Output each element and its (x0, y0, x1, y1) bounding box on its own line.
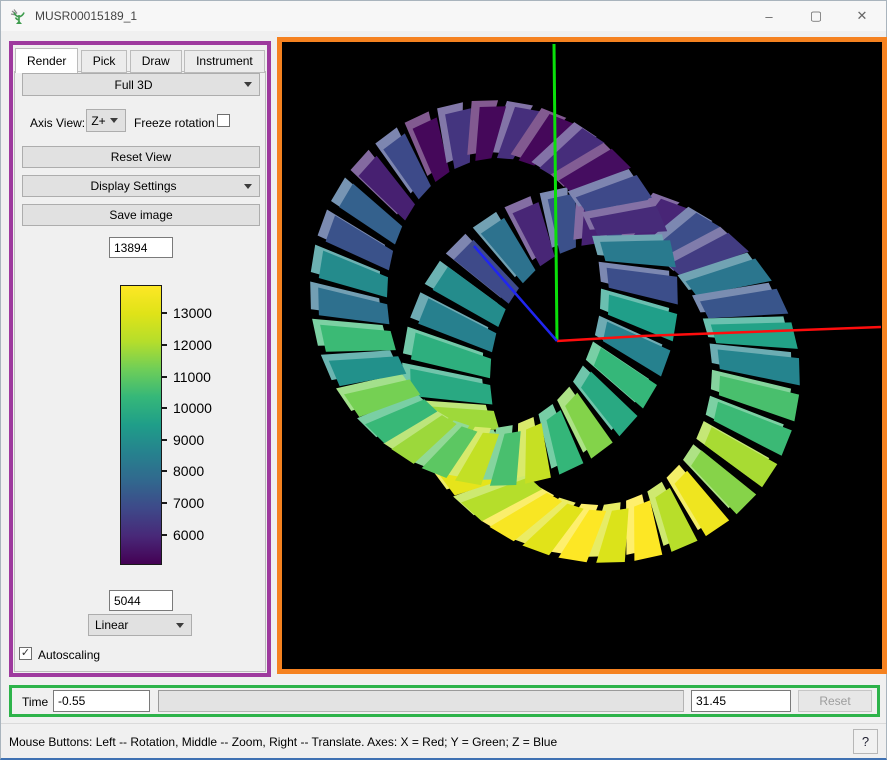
chevron-down-icon (176, 623, 184, 628)
freeze-rotation-label: Freeze rotation (134, 116, 215, 130)
help-button[interactable]: ? (853, 729, 878, 754)
reset-view-button[interactable]: Reset View (22, 146, 260, 168)
help-icon: ? (862, 734, 869, 749)
tab-bar: Render Pick Draw Instrument (15, 48, 264, 73)
time-label: Time (22, 695, 48, 709)
chevron-down-icon (244, 82, 252, 87)
freeze-rotation-checkbox[interactable] (217, 114, 230, 127)
maximize-icon: ▢ (810, 8, 822, 24)
render-controls-panel: Render Pick Draw Instrument Full 3D Axis… (9, 41, 271, 677)
scale-max-input[interactable] (109, 237, 173, 258)
status-bar: Mouse Buttons: Left -- Rotation, Middle … (1, 723, 886, 759)
time-start-input[interactable] (53, 690, 150, 712)
axis-view-select[interactable]: Z+ (86, 109, 126, 132)
time-reset-button[interactable]: Reset (798, 690, 872, 712)
status-text: Mouse Buttons: Left -- Rotation, Middle … (9, 735, 557, 749)
tab-render[interactable]: Render (15, 48, 78, 73)
chevron-down-icon (244, 184, 252, 189)
tab-pick[interactable]: Pick (81, 50, 128, 73)
tab-draw[interactable]: Draw (130, 50, 182, 73)
minimize-button[interactable]: – (746, 1, 792, 31)
y-axis-line (554, 44, 557, 341)
save-image-button[interactable]: Save image (22, 204, 260, 226)
maximize-button[interactable]: ▢ (793, 1, 839, 31)
autoscaling-label: Autoscaling (38, 648, 100, 662)
time-end-input[interactable] (691, 690, 791, 712)
autoscaling-checkbox[interactable]: ✓ (19, 647, 32, 660)
instrument-view-window: MUSR00015189_1 – ▢ ✕ Render Pick Draw In… (0, 0, 887, 760)
close-button[interactable]: ✕ (839, 1, 885, 31)
tab-instrument[interactable]: Instrument (184, 50, 265, 73)
title-bar: MUSR00015189_1 – ▢ ✕ (1, 1, 886, 31)
minimize-icon: – (765, 9, 772, 24)
display-settings-button[interactable]: Display Settings (22, 175, 260, 197)
instrument-3d-viewport (277, 37, 887, 674)
scale-type-select[interactable]: Linear (88, 614, 192, 636)
axis-view-label: Axis View: (30, 116, 85, 130)
window-title: MUSR00015189_1 (35, 9, 137, 23)
projection-select[interactable]: Full 3D (22, 73, 260, 96)
colorbar-gradient[interactable] (120, 285, 162, 565)
scale-min-input[interactable] (109, 590, 173, 611)
instrument-3d-view[interactable] (282, 42, 882, 669)
time-slider[interactable] (158, 690, 684, 712)
time-panel: Time Reset (9, 685, 880, 717)
app-icon (10, 8, 28, 26)
close-icon: ✕ (857, 8, 868, 24)
chevron-down-icon (110, 118, 118, 123)
